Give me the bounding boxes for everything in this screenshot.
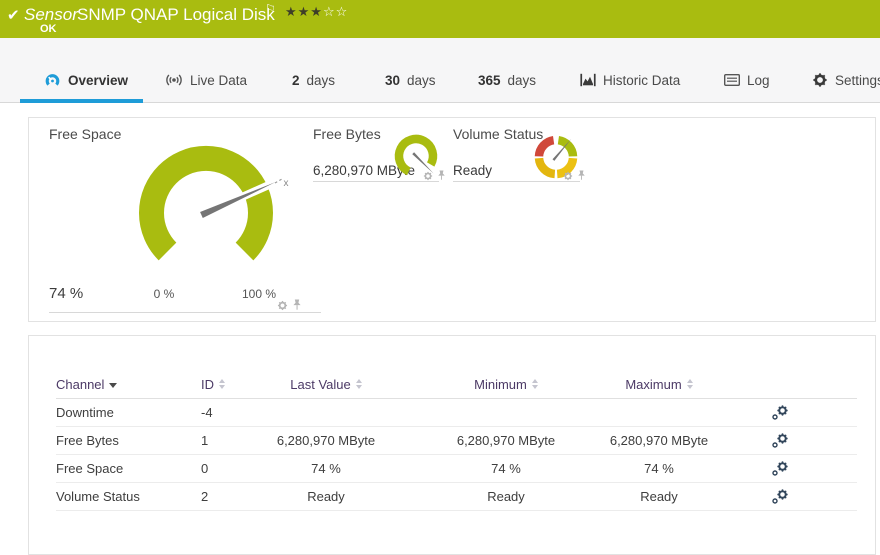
sort-icon bbox=[532, 379, 538, 389]
sort-icon bbox=[219, 379, 225, 389]
gauge-title-free-bytes: Free Bytes bbox=[313, 126, 381, 142]
channel-last-value: 6,280,970 MByte bbox=[246, 433, 406, 448]
channel-name: Volume Status bbox=[56, 489, 201, 504]
channel-id: 0 bbox=[201, 461, 246, 476]
table-row: Downtime -4 bbox=[56, 399, 857, 427]
divider bbox=[49, 312, 321, 313]
object-kind-label: Sensor bbox=[24, 5, 78, 25]
channel-name: Free Space bbox=[56, 461, 201, 476]
tab-number: 365 bbox=[478, 73, 501, 88]
channel-last-value: 74 % bbox=[246, 461, 406, 476]
pin-icon[interactable] bbox=[437, 170, 446, 181]
column-header-last-value[interactable]: Last Value bbox=[246, 377, 406, 392]
channel-maximum: 6,280,970 MByte bbox=[606, 433, 712, 448]
channel-id: 2 bbox=[201, 489, 246, 504]
sort-icon bbox=[356, 379, 362, 389]
tab-historic-data[interactable]: Historic Data bbox=[580, 68, 680, 92]
channel-minimum: 74 % bbox=[406, 461, 606, 476]
historic-chart-icon bbox=[580, 73, 596, 87]
status-badge: OK bbox=[40, 23, 57, 35]
channel-id: 1 bbox=[201, 433, 246, 448]
tab-label: days bbox=[508, 73, 537, 88]
gauge-icon bbox=[44, 72, 61, 89]
channel-name: Downtime bbox=[56, 405, 201, 420]
gauge-scale-min: 0 % bbox=[149, 287, 179, 301]
volume-status-value: Ready bbox=[453, 163, 492, 178]
tab-365-days[interactable]: 365 days bbox=[478, 68, 536, 92]
sort-icon bbox=[687, 379, 693, 389]
tab-label: Live Data bbox=[190, 73, 247, 88]
channel-settings-icon[interactable] bbox=[771, 489, 790, 505]
stars-empty[interactable]: ☆☆ bbox=[323, 4, 348, 19]
tab-label: days bbox=[307, 73, 336, 88]
column-header-channel[interactable]: Channel bbox=[56, 377, 201, 392]
table-row: Free Bytes 1 6,280,970 MByte 6,280,970 M… bbox=[56, 427, 857, 455]
tab-label: Settings bbox=[835, 73, 880, 88]
gear-icon bbox=[812, 72, 828, 88]
gauge-actions bbox=[277, 299, 302, 311]
gauge-settings-gear-icon[interactable] bbox=[563, 171, 573, 181]
gauge-hover-marker: x bbox=[284, 178, 289, 189]
sensor-title: SNMP QNAP Logical Disk bbox=[77, 5, 275, 25]
channel-last-value: Ready bbox=[246, 489, 406, 504]
tab-overview[interactable]: Overview bbox=[44, 68, 128, 92]
table-row: Volume Status 2 Ready Ready Ready bbox=[56, 483, 857, 511]
channel-settings-icon[interactable] bbox=[771, 405, 790, 421]
tab-label: Historic Data bbox=[603, 73, 680, 88]
channel-maximum: Ready bbox=[606, 489, 712, 504]
pin-icon[interactable] bbox=[292, 299, 302, 311]
free-space-gauge: x bbox=[61, 127, 351, 302]
tab-settings[interactable]: Settings bbox=[812, 68, 880, 92]
sensor-header: ✔ Sensor SNMP QNAP Logical Disk ⚐ ★★★☆☆ … bbox=[0, 0, 880, 38]
pin-icon[interactable] bbox=[577, 170, 586, 181]
column-header-minimum[interactable]: Minimum bbox=[406, 377, 606, 392]
priority-stars[interactable]: ★★★☆☆ bbox=[285, 4, 348, 20]
tab-2-days[interactable]: 2 days bbox=[292, 68, 335, 92]
status-ok-check-icon: ✔ bbox=[7, 6, 20, 24]
channel-id: -4 bbox=[201, 405, 246, 420]
tab-label: Overview bbox=[68, 73, 128, 88]
active-tab-underline bbox=[20, 99, 143, 103]
tab-number: 30 bbox=[385, 73, 400, 88]
tab-label: days bbox=[407, 73, 436, 88]
gauge-scale-max: 100 % bbox=[237, 287, 281, 301]
channel-maximum: 74 % bbox=[606, 461, 712, 476]
tab-label: Log bbox=[747, 73, 770, 88]
log-icon bbox=[724, 74, 740, 86]
channel-settings-icon[interactable] bbox=[771, 433, 790, 449]
free-space-value: 74 % bbox=[49, 285, 83, 302]
table-row: Free Space 0 74 % 74 % 74 % bbox=[56, 455, 857, 483]
table-header-row: Channel ID Last Value Minimum Maximum bbox=[56, 370, 857, 399]
gauge-actions bbox=[563, 170, 586, 181]
tab-30-days[interactable]: 30 days bbox=[385, 68, 436, 92]
tab-log[interactable]: Log bbox=[724, 68, 770, 92]
tab-live-data[interactable]: Live Data bbox=[165, 68, 247, 92]
tab-bar: Overview Live Data 2 days 30 days 365 da… bbox=[0, 38, 880, 103]
gauges-panel: Free Space x 0 % 100 % 74 % Free Bytes 6… bbox=[28, 117, 876, 322]
gauge-actions bbox=[423, 170, 446, 181]
flag-icon[interactable]: ⚐ bbox=[265, 2, 276, 16]
channels-panel: Channel ID Last Value Minimum Maximum Do… bbox=[28, 335, 876, 555]
gauge-settings-gear-icon[interactable] bbox=[277, 300, 288, 311]
stars-filled[interactable]: ★★★ bbox=[285, 4, 323, 19]
channel-settings-icon[interactable] bbox=[771, 461, 790, 477]
channel-minimum: 6,280,970 MByte bbox=[406, 433, 606, 448]
column-header-maximum[interactable]: Maximum bbox=[606, 377, 712, 392]
live-data-icon bbox=[165, 73, 183, 87]
channel-minimum: Ready bbox=[406, 489, 606, 504]
gauge-settings-gear-icon[interactable] bbox=[423, 171, 433, 181]
tab-number: 2 bbox=[292, 73, 300, 88]
channel-name: Free Bytes bbox=[56, 433, 201, 448]
column-header-id[interactable]: ID bbox=[201, 377, 246, 392]
sort-desc-icon bbox=[109, 383, 117, 388]
channel-table: Channel ID Last Value Minimum Maximum Do… bbox=[56, 370, 857, 511]
